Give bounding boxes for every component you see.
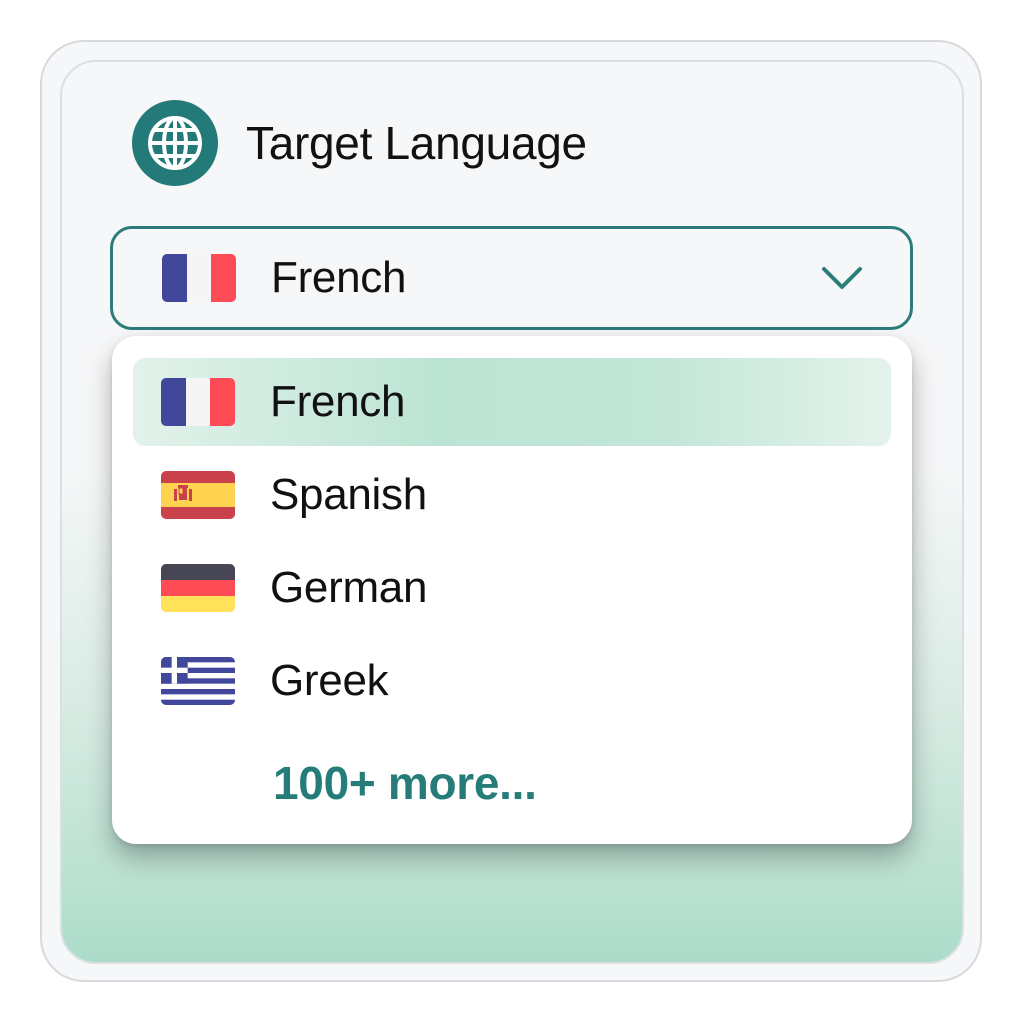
spanish-flag-icon: [161, 471, 235, 519]
option-greek[interactable]: Greek: [133, 637, 891, 725]
option-french[interactable]: French: [133, 358, 891, 446]
greek-flag-icon: [161, 657, 235, 705]
option-spanish[interactable]: Spanish: [133, 451, 891, 539]
option-label: Greek: [270, 656, 389, 705]
more-languages-link[interactable]: 100+ more...: [273, 756, 537, 810]
language-dropdown-menu: French Spanish German Greek 100+ more...: [112, 336, 912, 844]
option-label: French: [270, 377, 406, 426]
german-flag-icon: [161, 564, 235, 612]
page-title: Target Language: [246, 117, 587, 169]
option-german[interactable]: German: [133, 544, 891, 632]
language-select[interactable]: French: [110, 226, 913, 330]
option-label: Spanish: [270, 470, 427, 519]
selected-language-value: French: [271, 253, 407, 302]
french-flag-icon: [161, 378, 235, 426]
globe-icon: [132, 100, 218, 186]
option-label: German: [270, 563, 428, 612]
french-flag-icon: [162, 254, 236, 302]
language-header: Target Language: [132, 100, 587, 186]
chevron-down-icon[interactable]: [820, 263, 864, 293]
